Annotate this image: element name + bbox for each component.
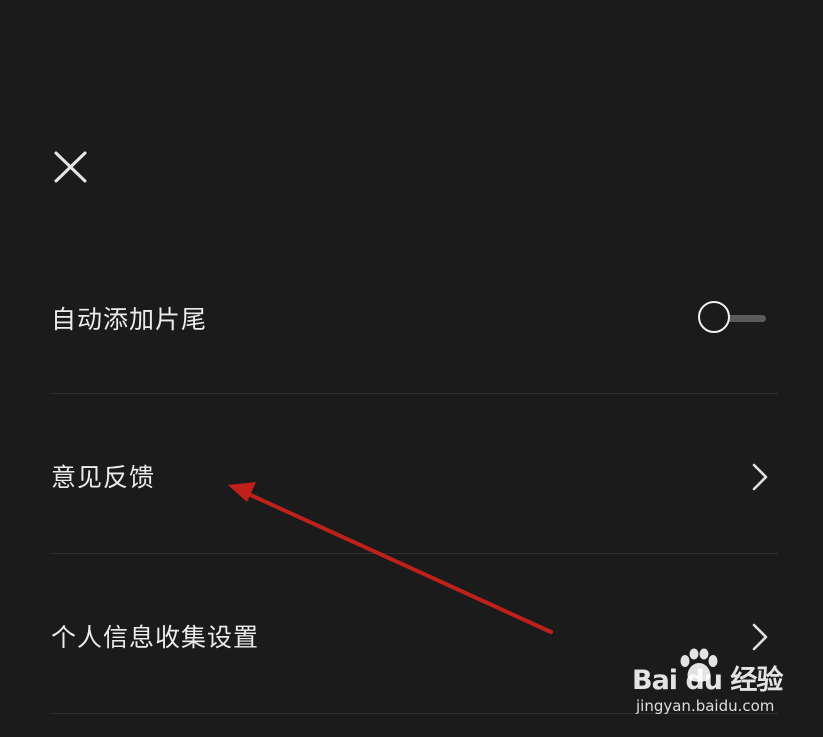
setting-label-personal-info-collection: 个人信息收集设置 <box>51 623 260 652</box>
chevron-right-icon <box>750 622 770 652</box>
divider <box>51 553 778 554</box>
chevron-right-icon <box>750 462 770 492</box>
close-icon <box>54 151 87 183</box>
divider <box>51 393 778 394</box>
auto-add-ending-toggle[interactable] <box>698 300 768 336</box>
setting-label-auto-add-ending: 自动添加片尾 <box>51 305 208 334</box>
close-button[interactable] <box>50 146 90 186</box>
divider <box>51 713 778 714</box>
toggle-knob <box>698 301 730 333</box>
setting-row-auto-add-ending[interactable]: 自动添加片尾 <box>51 278 778 358</box>
setting-label-feedback: 意见反馈 <box>51 463 156 492</box>
setting-row-feedback[interactable]: 意见反馈 <box>51 436 778 516</box>
setting-row-personal-info-collection[interactable]: 个人信息收集设置 <box>51 596 778 676</box>
